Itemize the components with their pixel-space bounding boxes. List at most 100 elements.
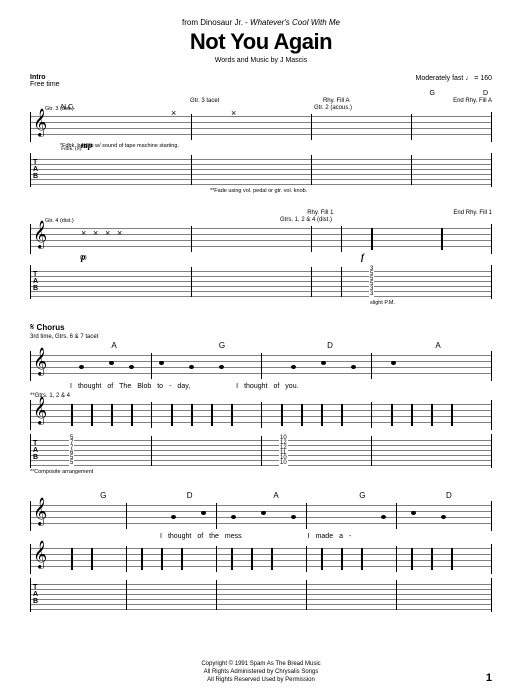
tab-lines	[31, 267, 491, 297]
gtr2-acous: Gtr. 2 (acous.)	[314, 105, 352, 111]
note	[219, 365, 224, 369]
footnote-0: (0)	[80, 255, 492, 261]
barline	[371, 353, 372, 379]
staff-2: Gtr. 4 (dist.) 𝄞 p f × × × ×	[30, 224, 492, 254]
chord-stack	[91, 404, 93, 426]
page-number: 1	[486, 672, 492, 684]
tab-1: TAB Fdbk. (8)	[30, 153, 492, 187]
barline	[371, 436, 372, 466]
tab-lines	[31, 155, 491, 185]
staff-3b: 𝄞	[30, 400, 492, 430]
rhy-row-2: Rhy. Fill 1 End Rhy. Fill 1	[30, 210, 492, 216]
chord-stack	[361, 548, 363, 570]
footnote-fdbk: *Fdbk. begins w/ sound of tape machine s…	[60, 143, 492, 149]
chord: D	[406, 491, 492, 500]
tempo-value: = 160	[474, 75, 492, 82]
tab-nums: 5 7 7 6 5 5	[69, 436, 74, 466]
tab-label: TAB	[33, 271, 38, 292]
barline	[216, 546, 217, 572]
intro-tempo-row: Intro Free time Moderately fast ♩ = 160	[30, 74, 492, 88]
chorus-text: Chorus	[37, 323, 65, 332]
staff-3a: 𝄞	[30, 351, 492, 381]
x-notehead: ×	[105, 228, 110, 238]
intro-label: Intro	[30, 74, 60, 81]
copyright-block: Copyright © 1991 Spam As The Bread Music…	[0, 660, 522, 684]
note	[391, 361, 396, 365]
barline	[191, 155, 192, 185]
barline	[396, 546, 397, 572]
x-notehead: ×	[93, 228, 98, 238]
chord-stack	[431, 548, 433, 570]
barline	[311, 267, 312, 297]
sheet-header: from Dinosaur Jr. - Whatever's Cool With…	[30, 18, 492, 64]
treble-clef-icon: 𝄞	[33, 542, 47, 569]
note	[411, 511, 416, 515]
note	[381, 515, 386, 519]
note	[441, 515, 446, 519]
staff-lines	[31, 503, 491, 528]
gtr4-label: Gtr. 4 (dist.)	[45, 218, 74, 224]
tab-chord-nums: 3 5 5 5 3 3	[369, 267, 374, 297]
barline	[341, 226, 342, 252]
note	[79, 365, 84, 369]
barline	[261, 436, 262, 466]
chord-stack	[181, 548, 183, 570]
rhy-fill-1: Rhy. Fill 1	[307, 210, 333, 216]
barline	[151, 436, 152, 466]
barline	[306, 580, 307, 610]
barline	[306, 503, 307, 529]
barline	[396, 580, 397, 610]
dynamic-mp: mp	[81, 140, 93, 150]
dynamic-f: f	[361, 252, 364, 262]
chord-line-4: G D A G D	[30, 491, 492, 500]
barline	[151, 402, 152, 428]
chord-stack	[411, 404, 413, 426]
system-4: G D A G D 𝄞 I thought of the mess I made…	[30, 491, 492, 612]
tab-4: TAB	[30, 578, 492, 612]
rhy-row-2b: Gtrs. 1, 2 & 4 (dist.)	[30, 217, 492, 223]
note	[291, 365, 296, 369]
chord-d: D	[483, 90, 488, 97]
barline	[261, 402, 262, 428]
chord-stack	[111, 404, 113, 426]
end-rhy-fill-1: End Rhy. Fill 1	[453, 210, 492, 216]
chord-g: G	[429, 90, 434, 97]
barline	[216, 580, 217, 610]
treble-clef-icon: 𝄞	[33, 398, 47, 425]
gtrs-124: Gtrs. 1, 2 & 4 (dist.)	[280, 217, 332, 223]
tempo-text: Moderately fast	[416, 75, 464, 82]
barline	[126, 546, 127, 572]
barline	[396, 503, 397, 529]
intro-block: Intro Free time	[30, 74, 60, 88]
chord-stack	[391, 404, 393, 426]
chord-stack	[341, 548, 343, 570]
chord-stack	[281, 404, 283, 426]
tempo-marking: Moderately fast ♩ = 160	[416, 74, 492, 88]
chord: D	[276, 341, 384, 350]
gtr-note-3: **Gtrs. 1, 2 & 4	[30, 393, 492, 399]
staff-lines	[31, 114, 491, 139]
barline	[216, 503, 217, 529]
chord-stack	[441, 228, 443, 250]
staff-1: N.C. Gtr. 3 (dist.) 𝄞 mp × ×	[30, 112, 492, 142]
chord-stack	[71, 548, 73, 570]
rhy-row-1b: Gtr. 2 (acous.)	[30, 105, 492, 111]
barline	[311, 226, 312, 252]
chord-stack	[191, 404, 193, 426]
segno-icon: 𝄋	[30, 322, 34, 333]
album-title: Whatever's Cool With Me	[250, 18, 340, 27]
song-title: Not You Again	[30, 29, 492, 55]
footnote-composite: **Composite arrangement	[30, 469, 492, 475]
chorus-subnote: 3rd time, Gtrs. 6 & 7 tacet	[30, 334, 492, 340]
barline	[191, 114, 192, 140]
note	[129, 365, 134, 369]
barline	[191, 226, 192, 252]
from-prefix: from Dinosaur Jr. -	[182, 18, 248, 27]
chord: G	[168, 341, 276, 350]
note	[261, 511, 266, 515]
tab-2: TAB 3 5 5 5 3 3	[30, 265, 492, 299]
chord-row-1: G D	[30, 90, 492, 97]
chord-stack	[141, 548, 143, 570]
chord-stack	[161, 548, 163, 570]
copyright-line-3: All Rights Reserved Used by Permission	[0, 676, 522, 684]
